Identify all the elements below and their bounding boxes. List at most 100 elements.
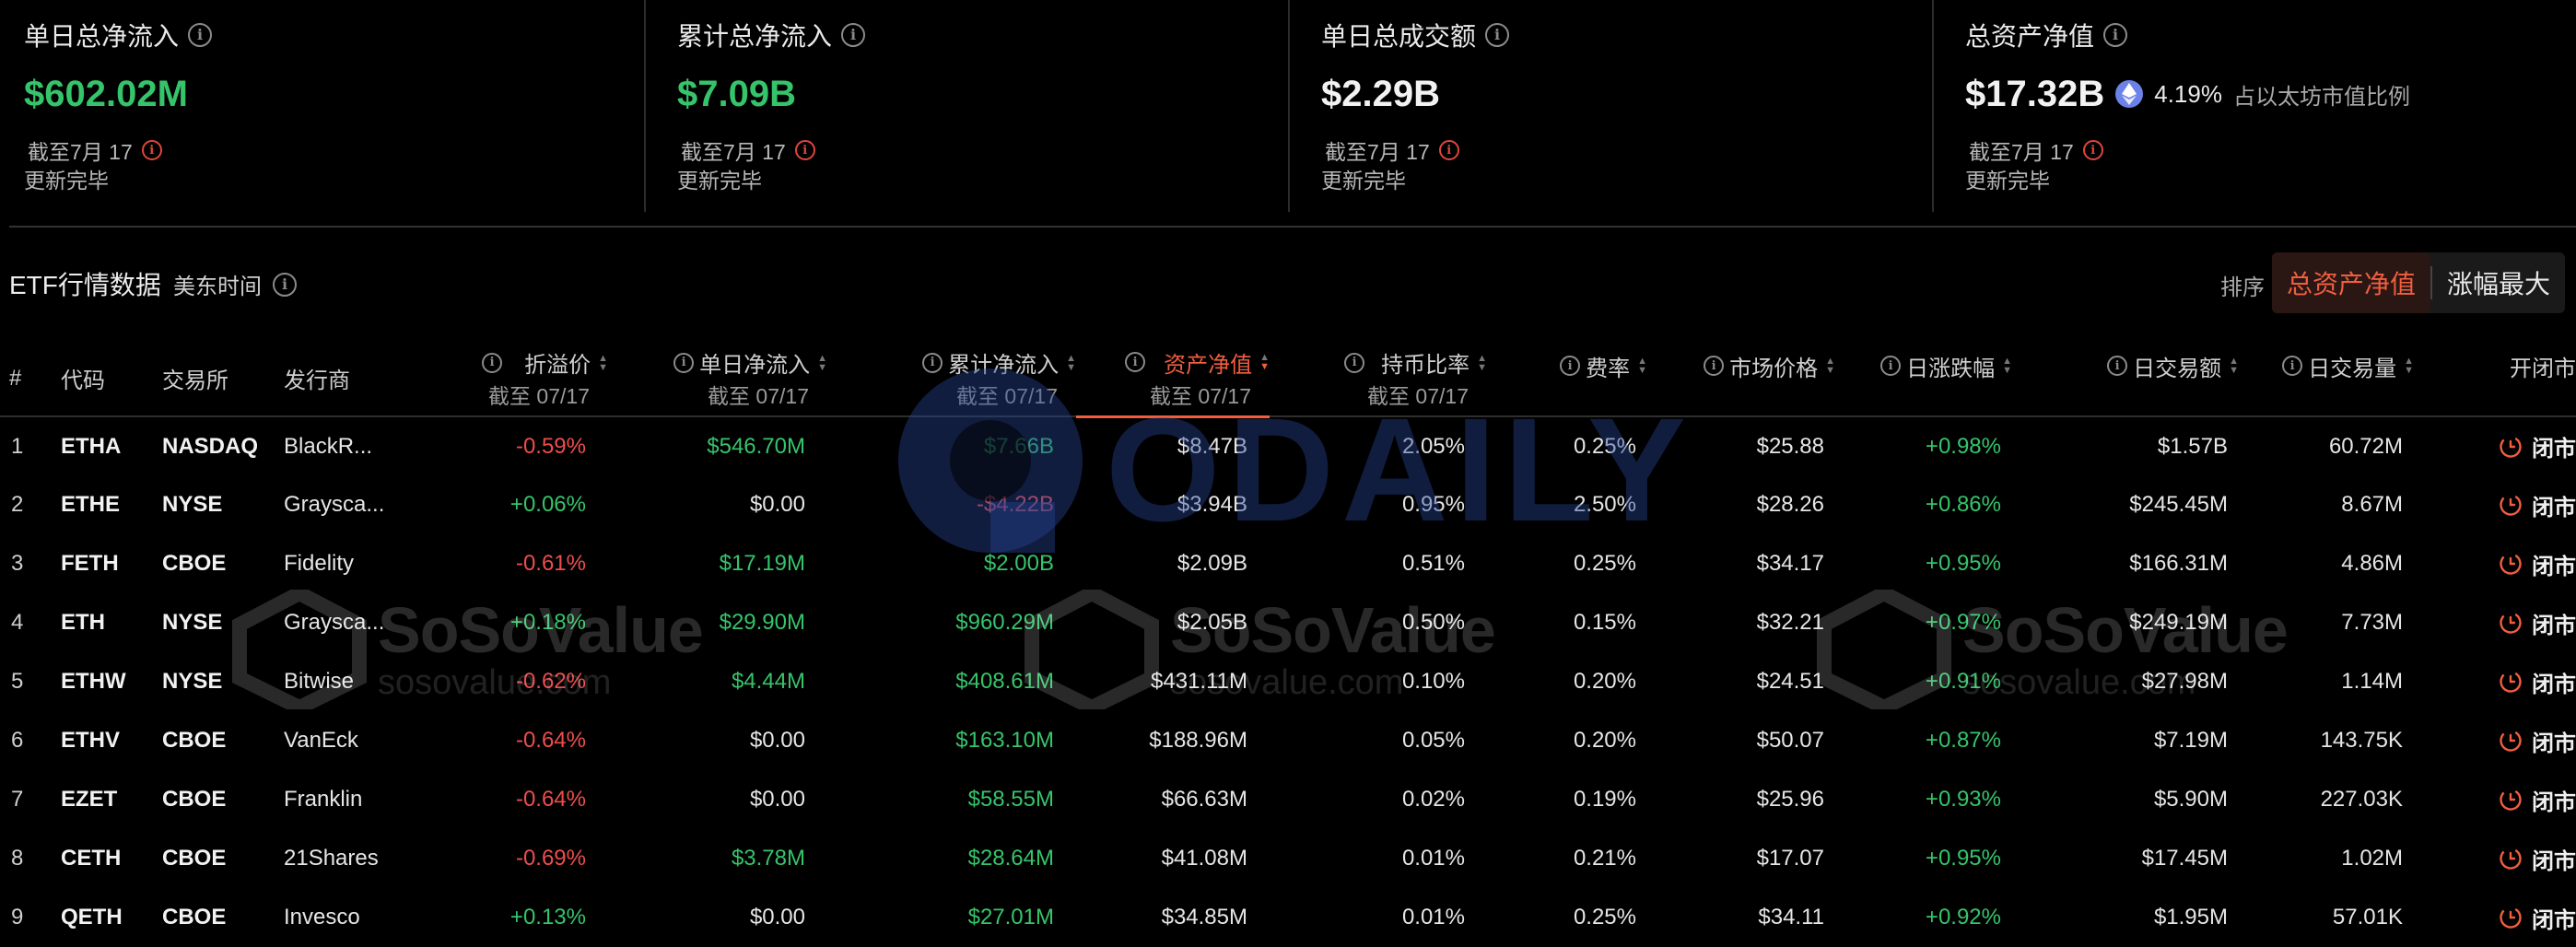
- row-premium: -0.61%: [515, 551, 586, 576]
- row-holding-ratio: 2.05%: [1401, 433, 1465, 459]
- col-cum-inflow[interactable]: i 累计净流入 ▲ ▼ 截至 07/17: [827, 341, 1076, 416]
- row-nav: $8.47B: [1177, 433, 1247, 459]
- info-icon[interactable]: i: [188, 23, 213, 47]
- row-turnover: $17.45M: [2141, 846, 2228, 871]
- col-turnover[interactable]: i 日交易额 ▲ ▼: [2023, 341, 2250, 416]
- col-price[interactable]: i 市场价格 ▲ ▼: [1658, 341, 1846, 416]
- row-index: 8: [11, 846, 24, 871]
- row-index: 2: [11, 492, 24, 517]
- info-icon[interactable]: i: [482, 352, 503, 373]
- row-exchange: NYSE: [162, 610, 223, 635]
- row-premium: -0.69%: [515, 846, 586, 871]
- col-premium[interactable]: i 折溢价 ▲ ▼ 截至 07/17: [413, 341, 608, 416]
- row-change: +0.97%: [1925, 610, 2001, 635]
- stat-value: $602.02M: [24, 73, 188, 114]
- row-price: $34.11: [1758, 905, 1824, 929]
- sort-arrows-icon[interactable]: ▲ ▼: [2229, 357, 2239, 376]
- table-row[interactable]: 9 QETH CBOE Invesco +0.13% $0.00 $27.01M $34.85…: [0, 888, 2576, 947]
- info-icon[interactable]: i: [2103, 23, 2128, 47]
- row-cum-inflow: $7.66B: [983, 433, 1054, 459]
- info-icon[interactable]: i: [1880, 356, 1902, 376]
- table-row[interactable]: 7 EZET CBOE Franklin -0.64% $0.00 $58.55M $66.6…: [0, 770, 2576, 829]
- col-holding-ratio-sub: 截至 07/17: [1367, 384, 1469, 408]
- col-nav[interactable]: i 资产净值 ▲ ▼ 截至 07/17: [1076, 341, 1270, 418]
- col-change[interactable]: i 日涨跌幅 ▲ ▼: [1846, 341, 2023, 416]
- col-holding-ratio[interactable]: i 持币比率 ▲ ▼ 截至 07/17: [1270, 341, 1487, 416]
- row-exchange: CBOE: [162, 787, 227, 812]
- col-holding-ratio-label: 持币比率: [1381, 353, 1470, 378]
- row-price: $25.96: [1756, 787, 1824, 812]
- info-icon[interactable]: i: [2107, 356, 2128, 376]
- row-daily-inflow: $0.00: [749, 728, 805, 753]
- info-icon[interactable]: i: [1344, 352, 1365, 373]
- col-fee[interactable]: i 费率 ▲ ▼: [1487, 341, 1658, 416]
- info-icon[interactable]: i: [1704, 356, 1725, 376]
- row-market-status: 闭市: [2425, 888, 2576, 947]
- col-daily-inflow[interactable]: i 单日净流入 ▲ ▼ 截至 07/17: [608, 341, 827, 416]
- info-icon[interactable]: i: [1438, 140, 1459, 160]
- sort-arrows-icon[interactable]: ▲ ▼: [1066, 353, 1076, 372]
- table-row[interactable]: 8 CETH CBOE 21Shares -0.69% $3.78M $28.64M $41.…: [0, 829, 2576, 888]
- sort-arrows-icon[interactable]: ▲ ▼: [1637, 357, 1647, 376]
- row-fee: 0.25%: [1573, 551, 1636, 576]
- row-market-status: 闭市: [2425, 416, 2576, 475]
- market-status-label: 闭市: [2532, 495, 2576, 520]
- row-issuer: Bitwise: [284, 669, 355, 694]
- row-ticker: ETHE: [61, 492, 121, 517]
- row-volume: 143.75K: [2320, 728, 2403, 753]
- info-icon[interactable]: i: [2082, 140, 2103, 160]
- market-status-label: 闭市: [2532, 731, 2576, 756]
- info-icon[interactable]: i: [1485, 23, 1510, 47]
- row-ticker: ETHV: [61, 728, 121, 753]
- row-nav: $431.11M: [1151, 669, 1247, 694]
- sort-arrows-icon[interactable]: ▲ ▼: [1825, 357, 1835, 376]
- row-market-status: 闭市: [2425, 770, 2576, 829]
- info-icon[interactable]: i: [922, 352, 943, 373]
- row-daily-inflow: $3.78M: [731, 846, 805, 871]
- row-change: +0.86%: [1925, 492, 2001, 517]
- sort-option-top-gainers[interactable]: 涨幅最大: [2432, 252, 2565, 313]
- stat-status: 更新完毕: [1965, 169, 2050, 193]
- row-nav: $2.05B: [1177, 610, 1247, 635]
- info-icon[interactable]: i: [841, 23, 866, 47]
- info-icon[interactable]: i: [1125, 352, 1146, 373]
- row-holding-ratio: 0.50%: [1401, 610, 1465, 635]
- sort-arrows-icon[interactable]: ▲ ▼: [2002, 357, 2012, 376]
- table-row[interactable]: 1 ETHA NASDAQ BlackR... -0.59% $546.70M $7.66B…: [0, 416, 2576, 475]
- stat-asof: 截至7月 17: [1325, 140, 1430, 164]
- table-row[interactable]: 4 ETH NYSE Graysca... +0.18% $29.90M $960.29M $…: [0, 593, 2576, 652]
- row-turnover: $166.31M: [2129, 551, 2228, 576]
- table-row[interactable]: 3 FETH CBOE Fidelity -0.61% $17.19M $2.00B $2.0…: [0, 534, 2576, 593]
- table-row[interactable]: 5 ETHW NYSE Bitwise -0.62% $4.44M $408.61M $431…: [0, 652, 2576, 711]
- row-turnover: $27.98M: [2141, 669, 2228, 694]
- stat-status: 更新完毕: [1321, 169, 1406, 193]
- row-fee: 0.19%: [1573, 787, 1636, 812]
- row-turnover: $1.57B: [2157, 433, 2228, 459]
- info-icon[interactable]: i: [273, 272, 297, 297]
- sort-arrows-icon[interactable]: ▲ ▼: [598, 353, 608, 372]
- row-nav: $41.08M: [1161, 846, 1247, 871]
- row-issuer: Fidelity: [284, 551, 355, 576]
- clock-icon: [2500, 848, 2522, 870]
- info-icon[interactable]: i: [1560, 356, 1581, 376]
- row-price: $28.26: [1756, 492, 1824, 517]
- table-row[interactable]: 6 ETHV CBOE VanEck -0.64% $0.00 $163.10M $188.9…: [0, 711, 2576, 770]
- stat-value: $7.09B: [677, 73, 796, 114]
- etf-toolbar: ETF行情数据 美东时间 i 排序 总资产净值 涨幅最大: [0, 252, 2576, 313]
- sort-arrows-icon[interactable]: ▲ ▼: [1259, 353, 1270, 372]
- row-volume: 4.86M: [2341, 551, 2403, 576]
- row-daily-inflow: $546.70M: [707, 433, 805, 459]
- table-row[interactable]: 2 ETHE NYSE Graysca... +0.06% $0.00 -$4.22B $3.…: [0, 475, 2576, 534]
- row-issuer: Franklin: [284, 787, 363, 812]
- row-index: 5: [11, 669, 24, 694]
- sort-option-nav[interactable]: 总资产净值: [2272, 252, 2431, 313]
- info-icon[interactable]: i: [794, 140, 815, 160]
- sort-arrows-icon[interactable]: ▲ ▼: [2404, 357, 2414, 376]
- sort-arrows-icon[interactable]: ▲ ▼: [1477, 353, 1487, 372]
- info-icon[interactable]: i: [673, 352, 695, 373]
- info-icon[interactable]: i: [2282, 356, 2303, 376]
- col-fee-label: 费率: [1586, 356, 1631, 381]
- info-icon[interactable]: i: [141, 140, 162, 160]
- sort-arrows-icon[interactable]: ▲ ▼: [817, 353, 827, 372]
- col-volume[interactable]: i 日交易量 ▲ ▼: [2250, 341, 2425, 416]
